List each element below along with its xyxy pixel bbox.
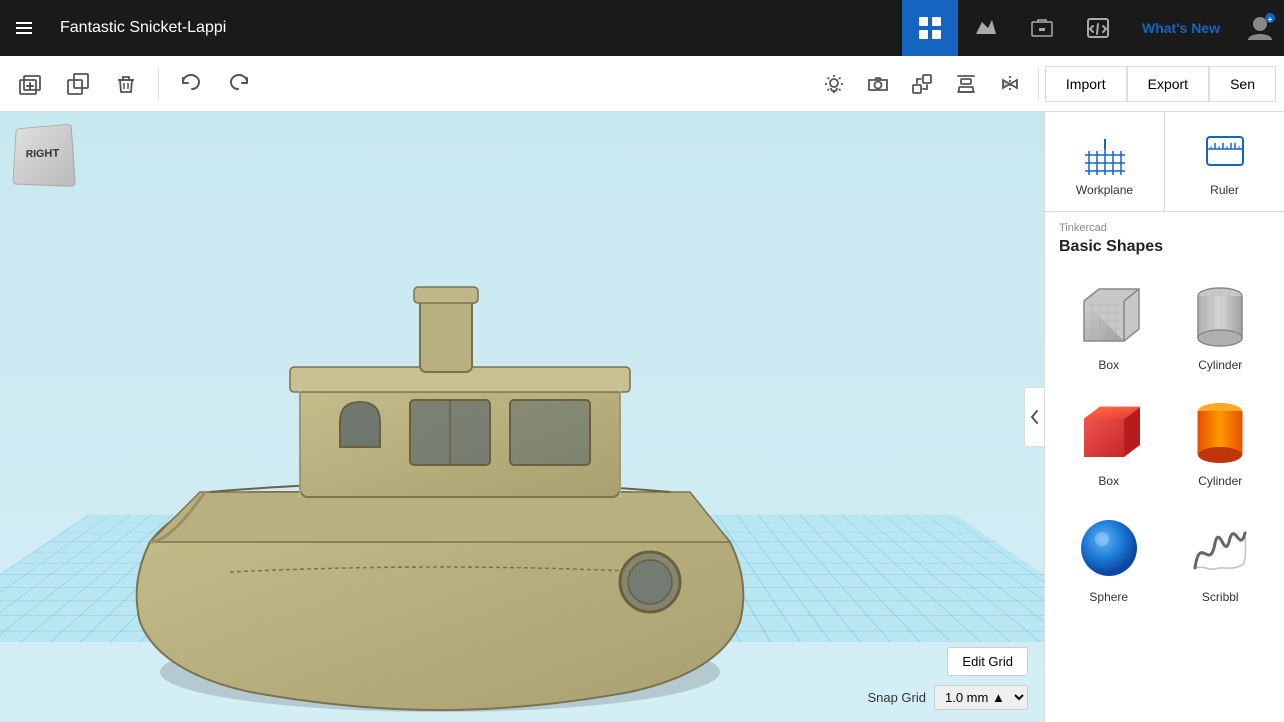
edit-grid-button[interactable]: Edit Grid	[947, 647, 1028, 676]
main-content: RIGHT Edit Grid Snap Grid 1.0 mm ▲ 0.5 m…	[0, 112, 1284, 722]
delete-button[interactable]	[104, 62, 148, 106]
shapes-grid: Box	[1045, 268, 1284, 616]
snap-grid-select[interactable]: 1.0 mm ▲ 0.5 mm 2.0 mm	[934, 685, 1028, 710]
snap-grid-control: Snap Grid 1.0 mm ▲ 0.5 mm 2.0 mm	[867, 685, 1028, 710]
shape-label-box-gray: Box	[1098, 358, 1119, 372]
shape-item-scribble[interactable]: Scribbl	[1169, 504, 1273, 612]
svg-text:+: +	[1268, 15, 1273, 24]
send-button[interactable]: Sen	[1209, 66, 1276, 102]
snap-tool[interactable]	[900, 62, 944, 106]
nav-code[interactable]	[1070, 0, 1126, 56]
camera-tool[interactable]	[856, 62, 900, 106]
toolbar-separator-1	[158, 68, 159, 100]
shapes-category: Tinkercad	[1045, 212, 1284, 238]
duplicate-button[interactable]	[56, 62, 100, 106]
app-title: Fantastic Snicket-Lappi	[48, 19, 902, 37]
topbar: Fantastic Snicket-Lappi	[0, 0, 1284, 56]
shape-item-cylinder-orange[interactable]: Cylinder	[1169, 388, 1273, 496]
shape-item-box-red[interactable]: Box	[1057, 388, 1161, 496]
light-tool[interactable]	[812, 62, 856, 106]
panel-top-icons: Workplane Ruler	[1045, 112, 1284, 212]
toolbar-separator-2	[1038, 68, 1039, 100]
shape-item-box-gray[interactable]: Box	[1057, 272, 1161, 380]
collapse-panel-arrow[interactable]	[1024, 387, 1044, 447]
shape-label-sphere: Sphere	[1089, 590, 1128, 604]
snap-grid-label: Snap Grid	[867, 690, 926, 705]
view-cube[interactable]: RIGHT	[12, 124, 72, 184]
shapes-section: Tinkercad Basic Shapes	[1045, 212, 1284, 722]
shape-item-cylinder-gray[interactable]: Cylinder	[1169, 272, 1273, 380]
menu-icon[interactable]	[0, 0, 48, 56]
undo-button[interactable]	[169, 62, 213, 106]
toolbar: Import Export Sen	[0, 56, 1284, 112]
ruler-label: Ruler	[1210, 183, 1239, 197]
shape-label-scribble: Scribbl	[1202, 590, 1239, 604]
import-button[interactable]: Import	[1045, 66, 1127, 102]
add-shape-button[interactable]	[8, 62, 52, 106]
workplane-label: Workplane	[1076, 183, 1133, 197]
toolbar-right: Import Export Sen	[812, 62, 1276, 106]
align-tool[interactable]	[944, 62, 988, 106]
view-cube-label: RIGHT	[12, 124, 76, 187]
export-button[interactable]: Export	[1127, 66, 1209, 102]
nav-build[interactable]	[958, 0, 1014, 56]
nav-grid-view[interactable]	[902, 0, 958, 56]
nav-icons	[902, 0, 1126, 56]
shape-label-cylinder-gray: Cylinder	[1198, 358, 1242, 372]
ruler-item[interactable]: Ruler	[1165, 112, 1284, 211]
shape-item-sphere[interactable]: Sphere	[1057, 504, 1161, 612]
viewport[interactable]: RIGHT Edit Grid Snap Grid 1.0 mm ▲ 0.5 m…	[0, 112, 1044, 722]
shapes-title: Basic Shapes	[1045, 238, 1284, 268]
mirror-tool[interactable]	[988, 62, 1032, 106]
whats-new-button[interactable]: What's New	[1126, 20, 1236, 36]
nav-portfolio[interactable]	[1014, 0, 1070, 56]
workplane-item[interactable]: Workplane	[1045, 112, 1165, 211]
shape-label-box-red: Box	[1098, 474, 1119, 488]
redo-button[interactable]	[217, 62, 261, 106]
user-avatar[interactable]: +	[1236, 0, 1284, 56]
right-panel: Workplane Ruler Tinke	[1044, 112, 1284, 722]
shape-label-cylinder-orange: Cylinder	[1198, 474, 1242, 488]
boat-model	[50, 162, 870, 722]
